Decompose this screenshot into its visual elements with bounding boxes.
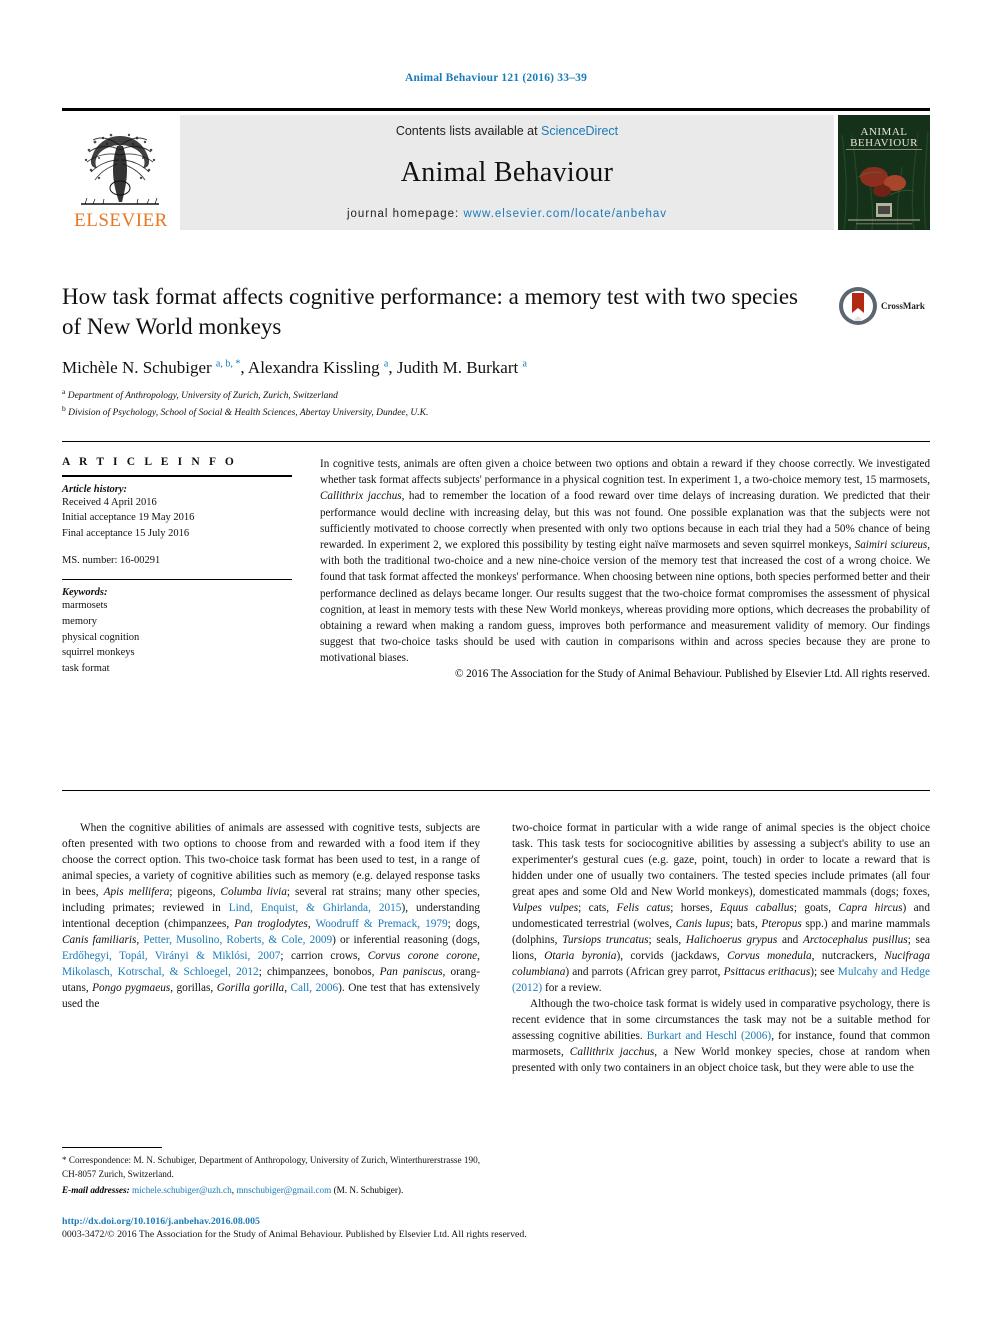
affiliation-b-text: Division of Psychology, School of Social… (68, 407, 429, 418)
article-info-heading: A R T I C L E I N F O (62, 456, 237, 468)
doi-link[interactable]: http://dx.doi.org/10.1016/j.anbehav.2016… (62, 1216, 930, 1227)
affiliation-a-text: Department of Anthropology, University o… (67, 390, 338, 401)
email-note: E-mail addresses: michele.schubiger@uzh.… (62, 1184, 404, 1195)
article-history-label: Article history: (62, 483, 128, 495)
body-paragraph: two-choice format in particular with a w… (512, 822, 931, 995)
homepage-prefix: journal homepage: (346, 208, 464, 220)
article-history-initial-acceptance: Initial acceptance 19 May 2016 (62, 512, 195, 524)
article-info-and-abstract: A R T I C L E I N F O Article history: R… (62, 456, 930, 680)
keyword-item: task format (62, 663, 110, 675)
email-link-primary[interactable]: michele.schubiger@uzh.ch (132, 1185, 232, 1195)
keyword-item: physical cognition (62, 631, 140, 643)
article-body: When the cognitive abilities of animals … (62, 820, 930, 1077)
journal-masthead: ELSEVIER Contents lists available at Sci… (62, 108, 930, 230)
running-head: Animal Behaviour 121 (2016) 33–39 (404, 72, 588, 84)
email-attribution: (M. N. Schubiger). (333, 1184, 404, 1195)
crossmark-label: CrossMark (881, 301, 925, 311)
abstract-copyright: © 2016 The Association for the Study of … (454, 668, 930, 681)
svg-text:BEHAVIOUR: BEHAVIOUR (850, 137, 918, 149)
article-info-rule (62, 475, 292, 477)
affiliation-a: a Department of Anthropology, University… (62, 386, 338, 401)
article-history-received: Received 4 April 2016 (62, 496, 157, 508)
journal-homepage-link[interactable]: www.elsevier.com/locate/anbehav (463, 208, 667, 220)
journal-article-page: Animal Behaviour 121 (2016) 33–39 ELSEVI… (0, 0, 992, 1323)
footnote-block: * Correspondence: M. N. Schubiger, Depar… (62, 1147, 480, 1198)
body-column-right: two-choice format in particular with a w… (512, 820, 930, 1077)
body-paragraph: Although the two-choice task format is w… (512, 998, 931, 1075)
issn-copyright-line: 0003-3472/© 2016 The Association for the… (62, 1229, 527, 1240)
contents-prefix: Contents lists available at (395, 124, 542, 138)
crossmark-badge[interactable]: CrossMark (838, 282, 930, 330)
page-title: How task format affects cognitive perfor… (62, 284, 798, 339)
keywords-label: Keywords: (62, 587, 108, 599)
affiliations: a Department of Anthropology, University… (62, 387, 930, 421)
keyword-item: marmosets (62, 600, 108, 612)
abstract-column: In cognitive tests, animals are often gi… (310, 456, 930, 680)
elsevier-tree-icon (81, 133, 159, 205)
divider-above-article-info (62, 441, 930, 442)
contents-list-line: Contents lists available at ScienceDirec… (396, 124, 618, 138)
email-link-secondary[interactable]: mnschubiger@gmail.com (236, 1185, 331, 1195)
body-column-left: When the cognitive abilities of animals … (62, 820, 480, 1077)
masthead-center: Contents lists available at ScienceDirec… (180, 115, 834, 230)
journal-cover-image: ANIMAL BEHAVIOUR (838, 115, 930, 230)
elsevier-wordmark: ELSEVIER (74, 210, 168, 231)
divider-below-abstract (62, 790, 930, 791)
title-block: How task format affects cognitive perfor… (62, 282, 930, 421)
abstract-text: In cognitive tests, animals are often gi… (320, 458, 930, 665)
keyword-item: squirrel monkeys (62, 647, 135, 659)
keyword-item: memory (62, 615, 97, 627)
journal-title: Animal Behaviour (400, 157, 614, 188)
footer-block: http://dx.doi.org/10.1016/j.anbehav.2016… (62, 1216, 930, 1240)
correspondence-note: * Correspondence: M. N. Schubiger, Depar… (62, 1155, 480, 1180)
affiliation-b: b Division of Psychology, School of Soci… (62, 403, 429, 418)
email-addresses-label: E-mail addresses: (62, 1184, 130, 1195)
author-list: Michèle N. Schubiger a, b, *, Alexandra … (62, 357, 527, 377)
article-info-column: A R T I C L E I N F O Article history: R… (62, 456, 310, 680)
elsevier-logo: ELSEVIER (62, 115, 180, 230)
article-history-final-acceptance: Final acceptance 15 July 2016 (62, 528, 190, 540)
masthead-top-rule (62, 108, 930, 111)
ms-number: MS. number: 16-00291 (62, 554, 161, 566)
keywords-rule (62, 578, 292, 581)
journal-cover-thumbnail: ANIMAL BEHAVIOUR (838, 115, 930, 230)
sciencedirect-link[interactable]: ScienceDirect (541, 124, 618, 138)
footnote-rule (62, 1147, 162, 1149)
journal-homepage-line: journal homepage: www.elsevier.com/locat… (347, 208, 667, 220)
crossmark-icon (839, 287, 877, 325)
body-paragraph: When the cognitive abilities of animals … (62, 822, 480, 1011)
